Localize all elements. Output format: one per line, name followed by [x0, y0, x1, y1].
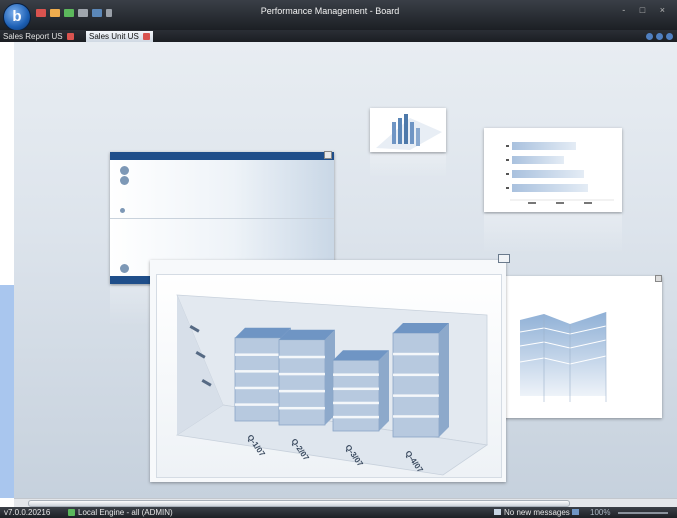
zoom-slider[interactable]	[618, 512, 668, 514]
horizontal-scrollbar[interactable]	[14, 498, 677, 507]
engine-icon	[68, 509, 75, 516]
area-chart-graphic	[519, 312, 607, 402]
user-icon[interactable]	[666, 33, 673, 40]
version-label: v7.0.0.20216	[4, 508, 51, 517]
report-item-icon	[120, 176, 129, 185]
quick-open-icon[interactable]	[50, 9, 60, 17]
quick-undo-icon[interactable]	[78, 9, 88, 17]
title-bar: b Performance Management - Board - □ ×	[0, 0, 677, 31]
maximize-icon[interactable]	[498, 254, 510, 263]
report-item-icon	[120, 166, 129, 175]
card-corner-icon[interactable]	[655, 275, 662, 282]
tab-sales-unit-us[interactable]: Sales Unit US	[86, 31, 153, 42]
thumbnail-3d-chart-graphic	[376, 114, 442, 150]
zoom-label: 100%	[590, 508, 611, 517]
presentation-workspace[interactable]: Q-1/07 Q-2/07 Q-3/07 Q-4/07	[14, 42, 677, 498]
horizontal-bar-card[interactable]	[484, 128, 622, 212]
window-controls[interactable]: - □ ×	[622, 5, 671, 15]
report-card-header	[110, 152, 334, 160]
close-icon[interactable]	[142, 33, 150, 41]
status-bar: v7.0.0.20216 Local Engine - all (ADMIN) …	[0, 507, 677, 518]
help-icon[interactable]	[646, 33, 653, 40]
front-3d-bar-chart-card[interactable]: Q-1/07 Q-2/07 Q-3/07 Q-4/07	[150, 254, 510, 482]
app-menu-button[interactable]: b	[3, 3, 31, 31]
tab-label: Sales Report US	[3, 32, 63, 41]
tab-label: Sales Unit US	[89, 32, 139, 41]
quick-save-icon[interactable]	[36, 9, 46, 17]
close-icon[interactable]	[66, 33, 74, 41]
bar-card-reflection	[484, 214, 622, 254]
options-icon[interactable]	[656, 33, 663, 40]
left-accent-panel	[0, 285, 14, 498]
chart-plot-frame: Q-1/07 Q-2/07 Q-3/07 Q-4/07	[156, 274, 502, 478]
window-title: Performance Management - Board	[260, 6, 400, 16]
bar-q-2-07[interactable]	[278, 329, 335, 426]
thumbnail-3d-chart[interactable]	[370, 108, 446, 152]
quick-redo-icon[interactable]	[92, 9, 102, 17]
report-item-icon	[120, 208, 125, 213]
report-item-icon	[120, 264, 129, 273]
tab-sales-report-us[interactable]: Sales Report US	[0, 31, 77, 42]
divider	[110, 218, 334, 219]
horizontal-bar-chart-graphic	[506, 142, 614, 204]
area-chart-card[interactable]	[494, 275, 662, 418]
bar-q-3-07[interactable]	[332, 350, 389, 432]
view-icon[interactable]	[572, 509, 579, 515]
front-3d-bar-chart: Q-1/07 Q-2/07 Q-3/07 Q-4/07	[175, 294, 489, 476]
messages-label[interactable]: No new messages	[504, 508, 570, 517]
scrollbar-thumb[interactable]	[28, 500, 570, 507]
bar-q-4-07[interactable]	[392, 323, 449, 438]
tab-strip-icons	[643, 32, 673, 42]
thumbnail-reflection	[370, 154, 446, 178]
mail-icon	[494, 509, 501, 515]
quick-new-icon[interactable]	[64, 9, 74, 17]
card-corner-icon[interactable]	[324, 151, 332, 159]
engine-label[interactable]: Local Engine - all (ADMIN)	[78, 508, 173, 517]
customize-toolbar-icon[interactable]	[106, 9, 112, 17]
document-tab-strip: Sales Report US Sales Unit US	[0, 30, 677, 42]
